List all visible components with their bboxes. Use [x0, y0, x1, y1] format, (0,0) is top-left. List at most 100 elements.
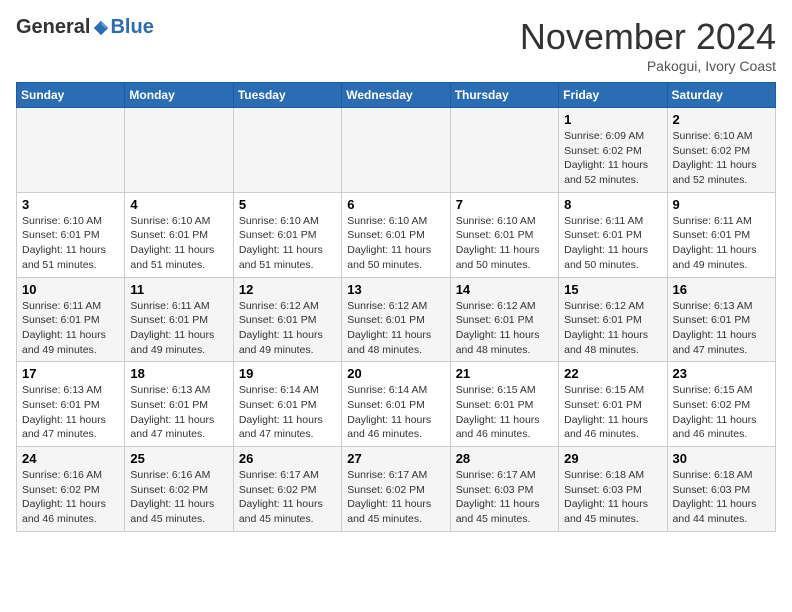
day-info: Sunrise: 6:18 AM Sunset: 6:03 PM Dayligh…	[673, 468, 770, 527]
day-of-week-header: Tuesday	[233, 83, 341, 108]
calendar-cell: 28 Sunrise: 6:17 AM Sunset: 6:03 PM Dayli…	[450, 447, 558, 532]
day-info: Sunrise: 6:10 AM Sunset: 6:02 PM Dayligh…	[673, 129, 770, 188]
calendar-cell	[233, 108, 341, 193]
calendar-cell: 29Sunrise: 6:18 AM Sunset: 6:03 PM Dayli…	[559, 447, 667, 532]
calendar-cell: 17 Sunrise: 6:13 AM Sunset: 6:01 PM Dayli…	[17, 362, 125, 447]
day-info: Sunrise: 6:13 AM Sunset: 6:01 PM Dayligh…	[22, 383, 119, 442]
day-of-week-header: Saturday	[667, 83, 775, 108]
day-info: Sunrise: 6:11 AM Sunset: 6:01 PM Dayligh…	[673, 214, 770, 273]
day-number: 5	[239, 197, 336, 212]
calendar-cell: 25 Sunrise: 6:16 AM Sunset: 6:02 PM Dayli…	[125, 447, 233, 532]
calendar-cell: 2 Sunrise: 6:10 AM Sunset: 6:02 PM Daylig…	[667, 108, 775, 193]
day-info: Sunrise: 6:12 AM Sunset: 6:01 PM Dayligh…	[347, 299, 444, 358]
day-info: Sunrise: 6:15 AM Sunset: 6:01 PM Dayligh…	[564, 383, 661, 442]
day-number: 18	[130, 366, 227, 381]
calendar-cell: 16Sunrise: 6:13 AM Sunset: 6:01 PM Dayli…	[667, 277, 775, 362]
day-info: Sunrise: 6:10 AM Sunset: 6:01 PM Dayligh…	[239, 214, 336, 273]
calendar-cell	[450, 108, 558, 193]
day-info: Sunrise: 6:10 AM Sunset: 6:01 PM Dayligh…	[456, 214, 553, 273]
day-number: 21	[456, 366, 553, 381]
calendar-cell: 19 Sunrise: 6:14 AM Sunset: 6:01 PM Dayli…	[233, 362, 341, 447]
calendar-week-row: 3Sunrise: 6:10 AM Sunset: 6:01 PM Daylig…	[17, 192, 776, 277]
day-info: Sunrise: 6:14 AM Sunset: 6:01 PM Dayligh…	[239, 383, 336, 442]
calendar-cell: 8 Sunrise: 6:11 AM Sunset: 6:01 PM Daylig…	[559, 192, 667, 277]
calendar-cell: 14 Sunrise: 6:12 AM Sunset: 6:01 PM Dayli…	[450, 277, 558, 362]
day-number: 26	[239, 451, 336, 466]
calendar-cell: 30 Sunrise: 6:18 AM Sunset: 6:03 PM Dayli…	[667, 447, 775, 532]
day-number: 9	[673, 197, 770, 212]
calendar-week-row: 17 Sunrise: 6:13 AM Sunset: 6:01 PM Dayli…	[17, 362, 776, 447]
day-number: 2	[673, 112, 770, 127]
day-info: Sunrise: 6:17 AM Sunset: 6:03 PM Dayligh…	[456, 468, 553, 527]
day-number: 24	[22, 451, 119, 466]
calendar-week-row: 24 Sunrise: 6:16 AM Sunset: 6:02 PM Dayli…	[17, 447, 776, 532]
logo-blue-text: Blue	[110, 16, 153, 39]
calendar-cell: 18 Sunrise: 6:13 AM Sunset: 6:01 PM Dayli…	[125, 362, 233, 447]
day-number: 28	[456, 451, 553, 466]
day-info: Sunrise: 6:15 AM Sunset: 6:02 PM Dayligh…	[673, 383, 770, 442]
calendar-cell: 3Sunrise: 6:10 AM Sunset: 6:01 PM Daylig…	[17, 192, 125, 277]
day-number: 19	[239, 366, 336, 381]
calendar-cell: 21 Sunrise: 6:15 AM Sunset: 6:01 PM Dayli…	[450, 362, 558, 447]
day-number: 16	[673, 282, 770, 297]
day-info: Sunrise: 6:10 AM Sunset: 6:01 PM Dayligh…	[22, 214, 119, 273]
logo-icon	[92, 19, 110, 37]
day-number: 27	[347, 451, 444, 466]
day-info: Sunrise: 6:18 AM Sunset: 6:03 PM Dayligh…	[564, 468, 661, 527]
title-block: November 2024 Pakogui, Ivory Coast	[520, 16, 776, 74]
calendar-cell: 7Sunrise: 6:10 AM Sunset: 6:01 PM Daylig…	[450, 192, 558, 277]
day-of-week-header: Sunday	[17, 83, 125, 108]
calendar-cell: 26 Sunrise: 6:17 AM Sunset: 6:02 PM Dayli…	[233, 447, 341, 532]
day-of-week-header: Wednesday	[342, 83, 450, 108]
calendar-cell: 20Sunrise: 6:14 AM Sunset: 6:01 PM Dayli…	[342, 362, 450, 447]
day-number: 13	[347, 282, 444, 297]
day-number: 6	[347, 197, 444, 212]
day-info: Sunrise: 6:10 AM Sunset: 6:01 PM Dayligh…	[130, 214, 227, 273]
calendar-cell: 24Sunrise: 6:16 AM Sunset: 6:02 PM Dayli…	[17, 447, 125, 532]
calendar-cell: 6Sunrise: 6:10 AM Sunset: 6:01 PM Daylig…	[342, 192, 450, 277]
day-info: Sunrise: 6:12 AM Sunset: 6:01 PM Dayligh…	[239, 299, 336, 358]
day-number: 12	[239, 282, 336, 297]
calendar-cell: 10 Sunrise: 6:11 AM Sunset: 6:01 PM Dayli…	[17, 277, 125, 362]
day-of-week-header: Thursday	[450, 83, 558, 108]
calendar-cell: 1 Sunrise: 6:09 AM Sunset: 6:02 PM Daylig…	[559, 108, 667, 193]
day-number: 14	[456, 282, 553, 297]
day-info: Sunrise: 6:09 AM Sunset: 6:02 PM Dayligh…	[564, 129, 661, 188]
calendar-cell	[125, 108, 233, 193]
logo: General Blue	[16, 16, 154, 39]
calendar-cell: 9 Sunrise: 6:11 AM Sunset: 6:01 PM Daylig…	[667, 192, 775, 277]
day-number: 22	[564, 366, 661, 381]
day-info: Sunrise: 6:14 AM Sunset: 6:01 PM Dayligh…	[347, 383, 444, 442]
calendar-cell: 4 Sunrise: 6:10 AM Sunset: 6:01 PM Daylig…	[125, 192, 233, 277]
day-info: Sunrise: 6:17 AM Sunset: 6:02 PM Dayligh…	[239, 468, 336, 527]
day-number: 8	[564, 197, 661, 212]
day-number: 23	[673, 366, 770, 381]
day-number: 17	[22, 366, 119, 381]
calendar-cell	[342, 108, 450, 193]
calendar-cell: 5 Sunrise: 6:10 AM Sunset: 6:01 PM Daylig…	[233, 192, 341, 277]
calendar-cell: 15Sunrise: 6:12 AM Sunset: 6:01 PM Dayli…	[559, 277, 667, 362]
day-number: 10	[22, 282, 119, 297]
calendar-cell	[17, 108, 125, 193]
calendar-table: SundayMondayTuesdayWednesdayThursdayFrid…	[16, 82, 776, 532]
day-info: Sunrise: 6:11 AM Sunset: 6:01 PM Dayligh…	[564, 214, 661, 273]
day-number: 4	[130, 197, 227, 212]
day-of-week-header: Monday	[125, 83, 233, 108]
calendar-header-row: SundayMondayTuesdayWednesdayThursdayFrid…	[17, 83, 776, 108]
day-number: 30	[673, 451, 770, 466]
calendar-cell: 23 Sunrise: 6:15 AM Sunset: 6:02 PM Dayli…	[667, 362, 775, 447]
day-number: 15	[564, 282, 661, 297]
day-info: Sunrise: 6:11 AM Sunset: 6:01 PM Dayligh…	[22, 299, 119, 358]
day-info: Sunrise: 6:16 AM Sunset: 6:02 PM Dayligh…	[130, 468, 227, 527]
month-title: November 2024	[520, 16, 776, 58]
day-info: Sunrise: 6:12 AM Sunset: 6:01 PM Dayligh…	[456, 299, 553, 358]
calendar-cell: 27Sunrise: 6:17 AM Sunset: 6:02 PM Dayli…	[342, 447, 450, 532]
calendar-cell: 13 Sunrise: 6:12 AM Sunset: 6:01 PM Dayli…	[342, 277, 450, 362]
calendar-cell: 12 Sunrise: 6:12 AM Sunset: 6:01 PM Dayli…	[233, 277, 341, 362]
day-number: 25	[130, 451, 227, 466]
day-info: Sunrise: 6:15 AM Sunset: 6:01 PM Dayligh…	[456, 383, 553, 442]
calendar-cell: 22 Sunrise: 6:15 AM Sunset: 6:01 PM Dayli…	[559, 362, 667, 447]
day-info: Sunrise: 6:13 AM Sunset: 6:01 PM Dayligh…	[130, 383, 227, 442]
day-of-week-header: Friday	[559, 83, 667, 108]
day-number: 1	[564, 112, 661, 127]
